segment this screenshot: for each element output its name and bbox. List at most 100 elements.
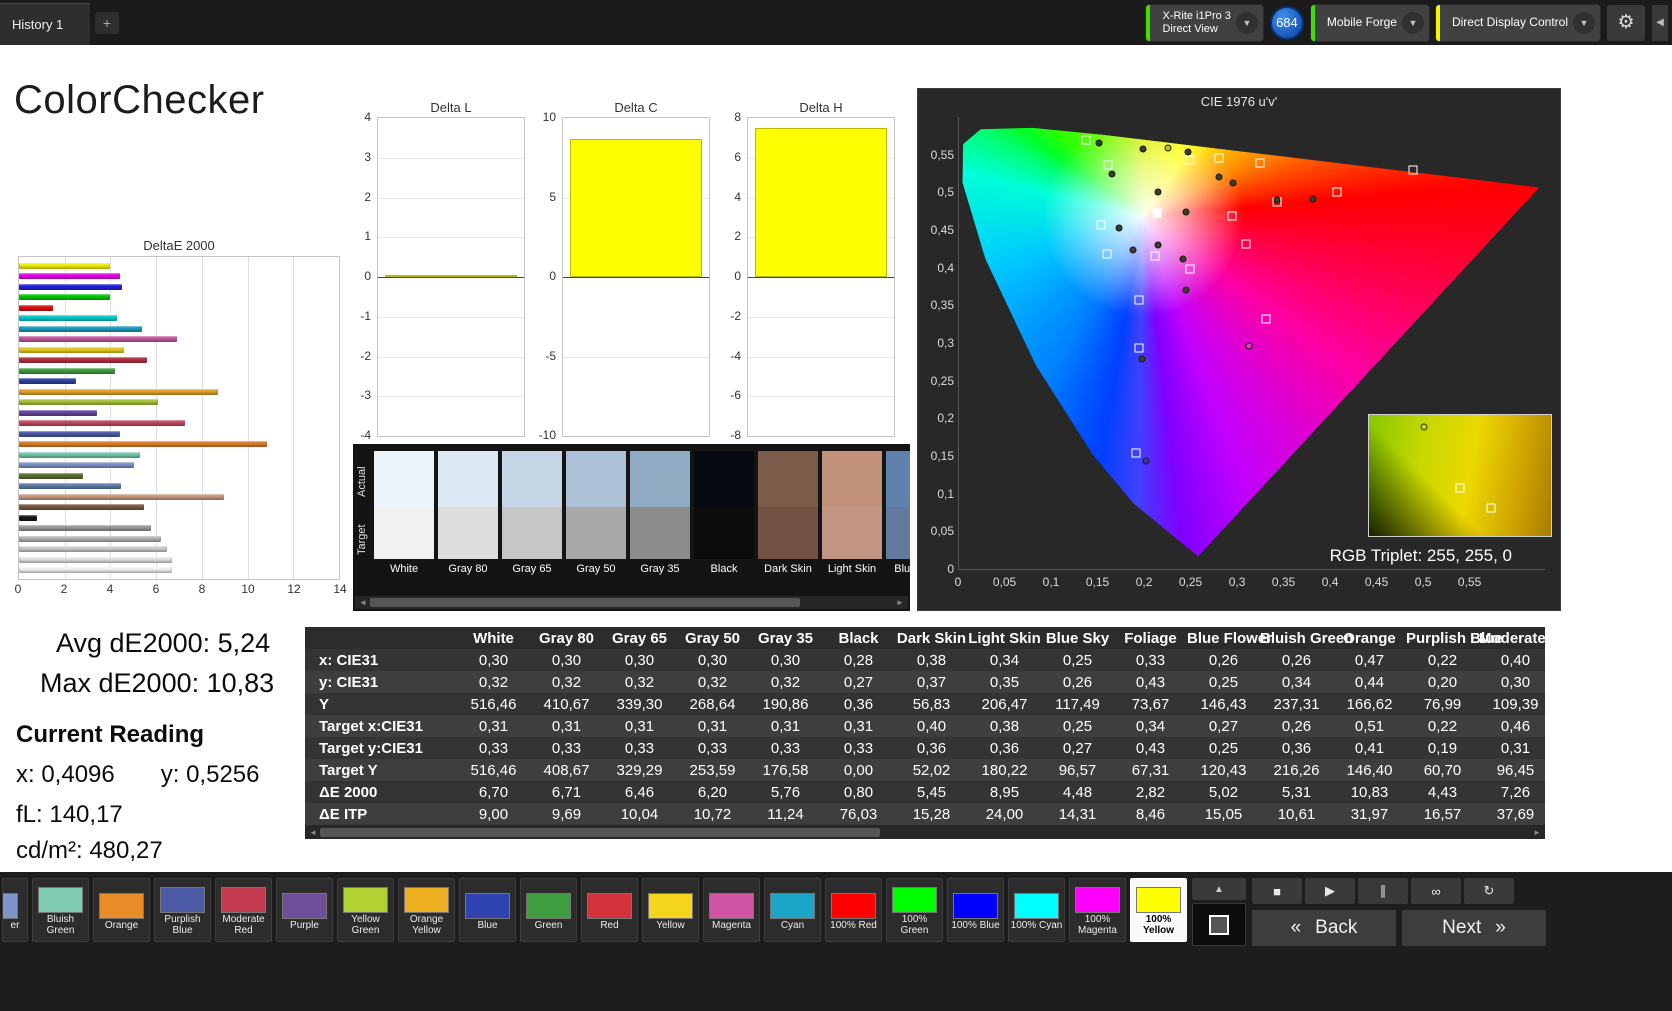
next-button[interactable]: Next »	[1402, 910, 1546, 946]
y-tick-label: 0,4	[937, 260, 954, 275]
compare-swatch-light-skin: Light Skin	[822, 451, 886, 575]
patch-button-100-blue[interactable]: 100% Blue	[947, 878, 1004, 942]
scroll-right-icon[interactable]: ►	[1530, 828, 1544, 837]
loop-button[interactable]: ↻	[1464, 878, 1514, 904]
patch-button-100-red[interactable]: 100% Red	[825, 878, 882, 942]
scroll-left-icon[interactable]: ◄	[306, 828, 320, 837]
patch-list: er Bluish Green Orange Purplish Blue Moderat…	[2, 878, 1187, 942]
patch-button-red[interactable]: Red	[581, 878, 638, 942]
de-bar-100-yellow	[19, 262, 111, 269]
swatch-scrollbar[interactable]: ◄ ►	[355, 596, 908, 609]
patch-button-green[interactable]: Green	[520, 878, 577, 942]
patch-label: Yellow Green	[351, 914, 380, 936]
add-tab-button[interactable]: +	[95, 12, 119, 34]
patch-button-purplish-blue[interactable]: Purplish Blue	[154, 878, 211, 942]
table-cell: 0,30	[1500, 673, 1531, 691]
stop-button[interactable]: ■	[1252, 878, 1302, 904]
measured-point	[1095, 139, 1103, 147]
patch-button-bluish-green[interactable]: Bluish Green	[32, 878, 89, 942]
settings-gear-icon[interactable]: ⚙	[1607, 4, 1645, 41]
source-dropdown[interactable]: Mobile Forge ▼	[1310, 4, 1429, 41]
swatch-label: Gray 35	[640, 563, 680, 575]
table-cell: 0,27	[843, 673, 874, 691]
column-header: Gray 50	[684, 629, 741, 647]
patch-button-magenta[interactable]: Magenta	[703, 878, 760, 942]
gridline	[378, 396, 524, 398]
patch-swatch	[343, 887, 388, 913]
table-row: Target x:CIE31 0,31 0,31 0,31 0,31 0,31 0,31 0,…	[305, 715, 1545, 737]
scroll-right-icon[interactable]: ►	[893, 598, 907, 607]
avg-de2000: Avg dE2000: 5,24	[56, 628, 271, 658]
scroll-thumb[interactable]	[370, 598, 800, 607]
y-tick-label: 0,1	[937, 486, 954, 501]
patch-button-orange[interactable]: Orange	[93, 878, 150, 942]
de2000-plot	[18, 256, 340, 580]
row-label: Target Y	[319, 761, 378, 779]
collapse-panel-icon[interactable]: ◀	[1652, 4, 1668, 41]
target-marker	[1185, 264, 1195, 274]
table-cell: 0,34	[1281, 673, 1312, 691]
play-button[interactable]: ▶	[1305, 878, 1355, 904]
patch-swatch	[770, 892, 815, 919]
tab-history-1[interactable]: History 1	[0, 3, 90, 45]
de-bar-blue-flower	[19, 462, 134, 469]
delta-l-title: Delta L	[430, 100, 472, 115]
patch-button-er[interactable]: er	[2, 878, 28, 942]
patch-swatch	[1075, 887, 1120, 913]
patch-button-moderate-red[interactable]: Moderate Red	[215, 878, 272, 942]
table-cell: 5,02	[1208, 783, 1239, 801]
patch-swatch	[38, 887, 83, 913]
meter-name: X-Rite i1Pro 3	[1162, 9, 1231, 22]
delta-h-chart: Delta H 8 6 4 2 0 -2 -4 -6 -8	[717, 100, 895, 454]
table-cell: 5,31	[1281, 783, 1312, 801]
x-tick-label: 0,2	[1135, 575, 1153, 589]
table-cell: 4,48	[1062, 783, 1093, 801]
patch-swatch	[892, 887, 937, 913]
scroll-left-icon[interactable]: ◄	[356, 598, 370, 607]
meter-dropdown[interactable]: X-Rite i1Pro 3 Direct View ▼	[1146, 4, 1263, 41]
delta-c-plot	[562, 117, 710, 437]
measured-point	[1215, 173, 1223, 181]
patch-button-purple[interactable]: Purple	[276, 878, 333, 942]
x-tick-label: 0	[14, 582, 22, 596]
gridline	[378, 356, 524, 358]
x-tick-label: 0,45	[1364, 575, 1389, 589]
table-cell: 206,47	[981, 695, 1028, 713]
y-tick-label: -8	[730, 428, 741, 442]
patch-label: 100% Cyan	[1010, 919, 1063, 931]
patch-button-cyan[interactable]: Cyan	[764, 878, 821, 942]
table-cell: 0,30	[770, 651, 801, 669]
table-row: ΔE ITP 9,00 9,69 10,04 10,72 11,24 76,03 15,28 2…	[305, 803, 1545, 825]
expand-up-icon[interactable]: ▲	[1192, 878, 1246, 900]
de-bar-black	[19, 514, 38, 521]
table-cell: 0,35	[989, 673, 1020, 691]
cie-zoom-inset	[1368, 414, 1552, 537]
display-control-dropdown[interactable]: Direct Display Control ▼	[1435, 4, 1600, 41]
table-cell: 0,26	[1062, 673, 1093, 691]
target-swatch	[758, 507, 818, 559]
patch-button-blue[interactable]: Blue	[459, 878, 516, 942]
target-marker	[1241, 239, 1251, 249]
target-marker	[1134, 295, 1144, 305]
gridline	[748, 316, 894, 318]
swatch-row: White Gray 80 Gray 65 Gray 50 Gray 35 Black Da…	[374, 451, 910, 575]
scroll-thumb[interactable]	[320, 827, 880, 837]
table-cell: 0,31	[478, 717, 509, 735]
patch-button-orange-yellow[interactable]: Orange Yellow	[398, 878, 455, 942]
patch-button-100-cyan[interactable]: 100% Cyan	[1008, 878, 1065, 942]
patch-button-100-magenta[interactable]: 100% Magenta	[1069, 878, 1126, 942]
patch-button-yellow-green[interactable]: Yellow Green	[337, 878, 394, 942]
patch-button-100-green[interactable]: 100% Green	[886, 878, 943, 942]
pause-button[interactable]: ∥	[1358, 878, 1408, 904]
patch-button-yellow[interactable]: Yellow	[642, 878, 699, 942]
table-cell: 0,25	[1062, 717, 1093, 735]
back-button[interactable]: « Back	[1252, 910, 1396, 946]
table-scrollbar[interactable]: ◄ ►	[305, 825, 1545, 839]
delta-bar	[385, 275, 517, 277]
continuous-button[interactable]: ∞	[1411, 878, 1461, 904]
patch-button-100-yellow[interactable]: 100% Yellow	[1130, 878, 1187, 942]
table-cell: 253,59	[689, 761, 736, 779]
display-window-button[interactable]	[1192, 903, 1246, 946]
table-cell: 0,20	[1427, 673, 1458, 691]
gridline	[748, 356, 894, 358]
